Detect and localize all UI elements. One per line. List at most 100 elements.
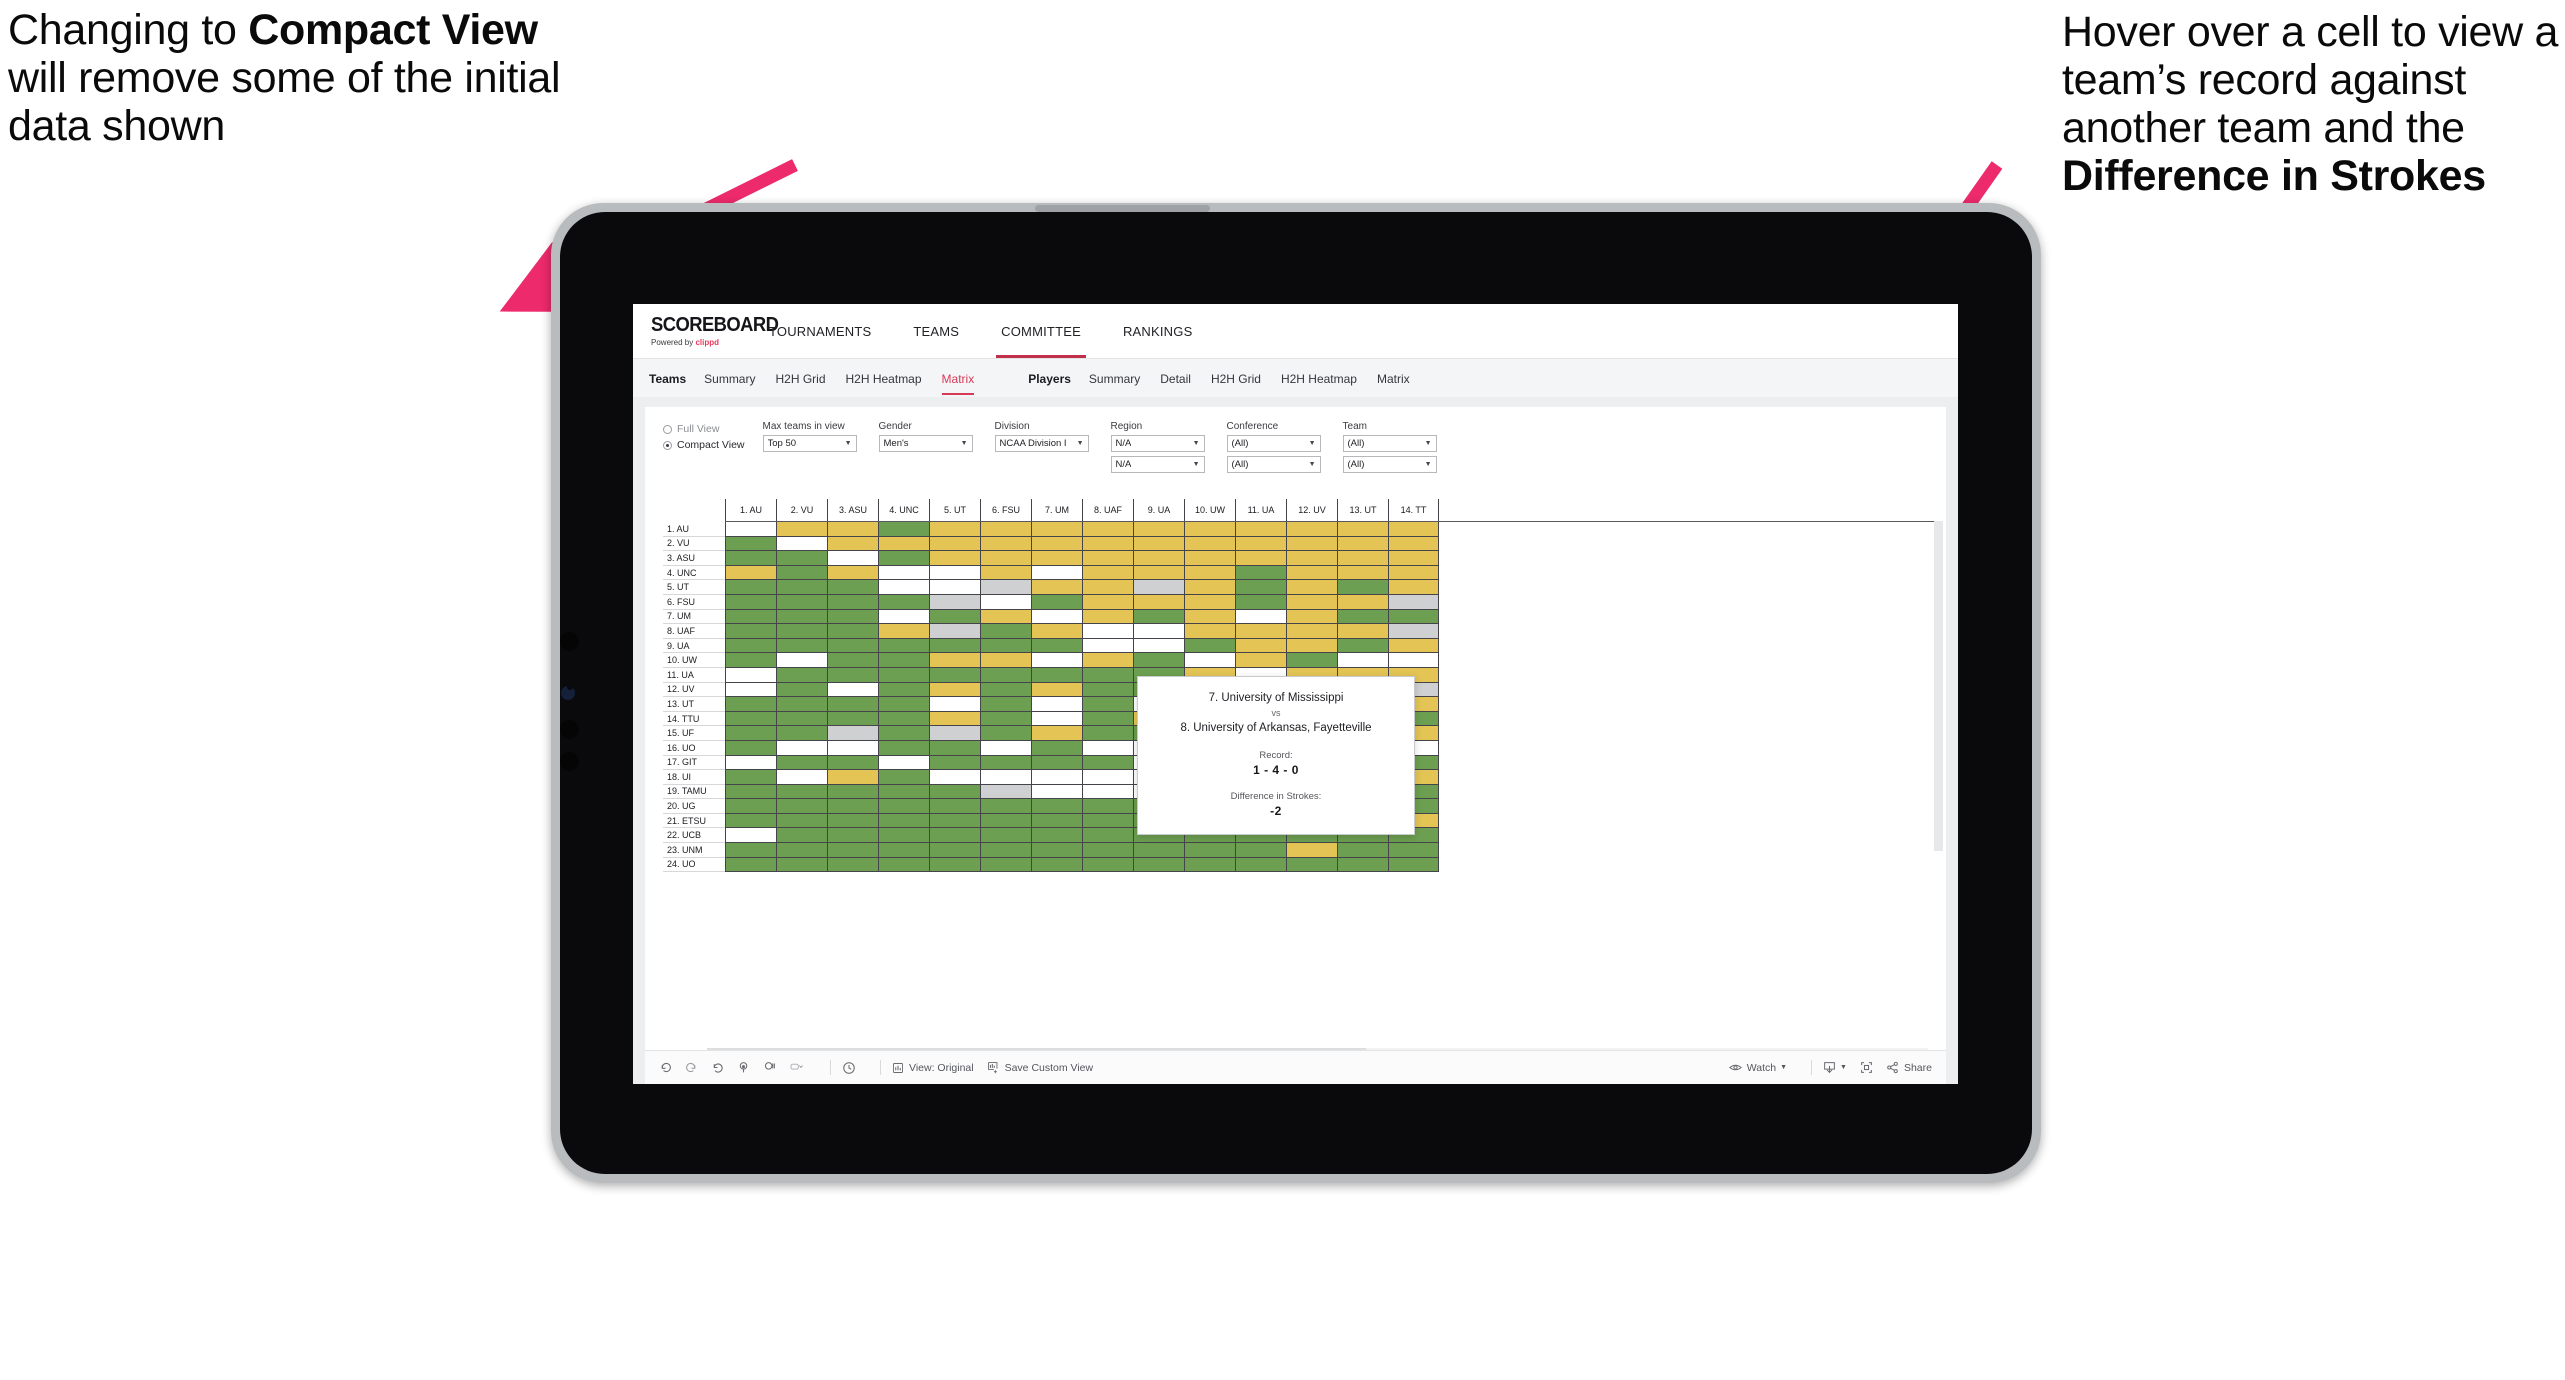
highlight-button[interactable] (789, 1061, 806, 1074)
chevron-down-icon[interactable]: ▼ (1309, 461, 1316, 468)
matrix-cell[interactable] (980, 594, 1031, 610)
matrix-cell[interactable] (1082, 653, 1133, 668)
matrix-cell[interactable] (1082, 857, 1133, 873)
matrix-cell[interactable] (929, 799, 980, 814)
matrix-cell[interactable] (1286, 551, 1337, 566)
matrix-cell[interactable] (980, 726, 1031, 741)
matrix-cell[interactable] (980, 565, 1031, 581)
matrix-cell[interactable] (776, 813, 827, 829)
matrix-row-header[interactable]: 15. UF (663, 726, 725, 741)
matrix-cell[interactable] (1133, 638, 1184, 654)
matrix-col-header[interactable]: 13. UT (1337, 499, 1388, 521)
top-nav-item-tournaments[interactable]: TOURNAMENTS (748, 304, 892, 358)
matrix-cell[interactable] (1388, 624, 1439, 639)
sub-nav-head-teams[interactable]: Teams (649, 372, 686, 386)
matrix-cell[interactable] (725, 536, 776, 552)
matrix-cell[interactable] (878, 653, 929, 668)
matrix-cell[interactable] (1133, 624, 1184, 639)
sub-nav-item-summary[interactable]: Summary (704, 372, 755, 386)
matrix-cell[interactable] (1031, 638, 1082, 654)
matrix-cell[interactable] (725, 551, 776, 566)
matrix-row-header[interactable]: 22. UCB (663, 828, 725, 844)
matrix-row-header[interactable]: 14. TTU (663, 712, 725, 727)
matrix-col-header[interactable]: 9. UA (1133, 499, 1184, 521)
matrix-cell[interactable] (725, 565, 776, 581)
matrix-cell[interactable] (1286, 609, 1337, 625)
matrix-cell[interactable] (776, 726, 827, 741)
matrix-cell[interactable] (725, 740, 776, 756)
matrix-cell[interactable] (776, 653, 827, 668)
matrix-cell[interactable] (1031, 857, 1082, 873)
matrix-cell[interactable] (929, 711, 980, 727)
matrix-cell[interactable] (1235, 638, 1286, 654)
matrix-cell[interactable] (1286, 624, 1337, 639)
matrix-cell[interactable] (1286, 594, 1337, 610)
matrix-cell[interactable] (878, 828, 929, 844)
matrix-col-header[interactable]: 5. UT (929, 499, 980, 521)
matrix-cell[interactable] (1031, 551, 1082, 566)
matrix-cell[interactable] (1133, 536, 1184, 552)
matrix-col-header[interactable]: 10. UW (1184, 499, 1235, 521)
matrix-cell[interactable] (1031, 594, 1082, 610)
matrix-row-header[interactable]: 12. UV (663, 683, 725, 698)
matrix-cell[interactable] (1388, 565, 1439, 581)
matrix-col-header[interactable]: 7. UM (1031, 499, 1082, 521)
matrix-cell[interactable] (980, 522, 1031, 537)
matrix-cell[interactable] (980, 828, 1031, 844)
matrix-cell[interactable] (827, 580, 878, 595)
matrix-row-header[interactable]: 3. ASU (663, 551, 725, 566)
matrix-cell[interactable] (1082, 740, 1133, 756)
matrix-cell[interactable] (1082, 624, 1133, 639)
matrix-cell[interactable] (1388, 536, 1439, 552)
matrix-cell[interactable] (776, 799, 827, 814)
matrix-cell[interactable] (725, 682, 776, 698)
matrix-row-header[interactable]: 1. AU (663, 522, 725, 537)
matrix-cell[interactable] (1184, 624, 1235, 639)
matrix-cell[interactable] (929, 726, 980, 741)
matrix-cell[interactable] (1184, 580, 1235, 595)
matrix-cell[interactable] (1286, 565, 1337, 581)
radio-icon[interactable] (663, 440, 672, 450)
view-mode-option-full-view[interactable]: Full View (663, 423, 745, 435)
matrix-col-header[interactable]: 2. VU (776, 499, 827, 521)
matrix-cell[interactable] (1082, 726, 1133, 741)
matrix-cell[interactable] (1235, 551, 1286, 566)
matrix-cell[interactable] (776, 857, 827, 873)
matrix-cell[interactable] (1235, 653, 1286, 668)
matrix-cell[interactable] (1031, 711, 1082, 727)
matrix-cell[interactable] (1184, 843, 1235, 858)
matrix-cell[interactable] (1388, 522, 1439, 537)
matrix-cell[interactable] (776, 755, 827, 771)
matrix-row-header[interactable]: 23. UNM (663, 843, 725, 858)
matrix-cell[interactable] (929, 843, 980, 858)
matrix-cell[interactable] (827, 740, 878, 756)
matrix-cell[interactable] (980, 551, 1031, 566)
matrix-cell[interactable] (1031, 843, 1082, 858)
matrix-cell[interactable] (1133, 565, 1184, 581)
matrix-cell[interactable] (1184, 594, 1235, 610)
matrix-cell[interactable] (776, 843, 827, 858)
matrix-cell[interactable] (827, 697, 878, 712)
matrix-cell[interactable] (1082, 828, 1133, 844)
matrix-cell[interactable] (776, 784, 827, 800)
matrix-cell[interactable] (1031, 740, 1082, 756)
filter-select-max-teams-in-view[interactable]: Top 50 ▼ (762, 435, 857, 452)
matrix-cell[interactable] (725, 594, 776, 610)
redo-button[interactable] (685, 1061, 698, 1074)
filter-select-division[interactable]: NCAA Division I ▼ (994, 435, 1089, 452)
filter-select-gender[interactable]: Men's ▼ (878, 435, 973, 452)
share-button[interactable]: Share (1886, 1061, 1932, 1074)
matrix-cell[interactable] (1337, 843, 1388, 858)
matrix-cell[interactable] (1031, 667, 1082, 683)
matrix-cell[interactable] (1388, 843, 1439, 858)
matrix-cell[interactable] (1082, 843, 1133, 858)
matrix-cell[interactable] (827, 551, 878, 566)
matrix-cell[interactable] (1337, 624, 1388, 639)
matrix-cell[interactable] (1133, 653, 1184, 668)
matrix-col-header[interactable]: 11. UA (1235, 499, 1286, 521)
matrix-cell[interactable] (1337, 565, 1388, 581)
matrix-cell[interactable] (878, 624, 929, 639)
matrix-cell[interactable] (725, 697, 776, 712)
matrix-cell[interactable] (1082, 813, 1133, 829)
matrix-cell[interactable] (1031, 682, 1082, 698)
